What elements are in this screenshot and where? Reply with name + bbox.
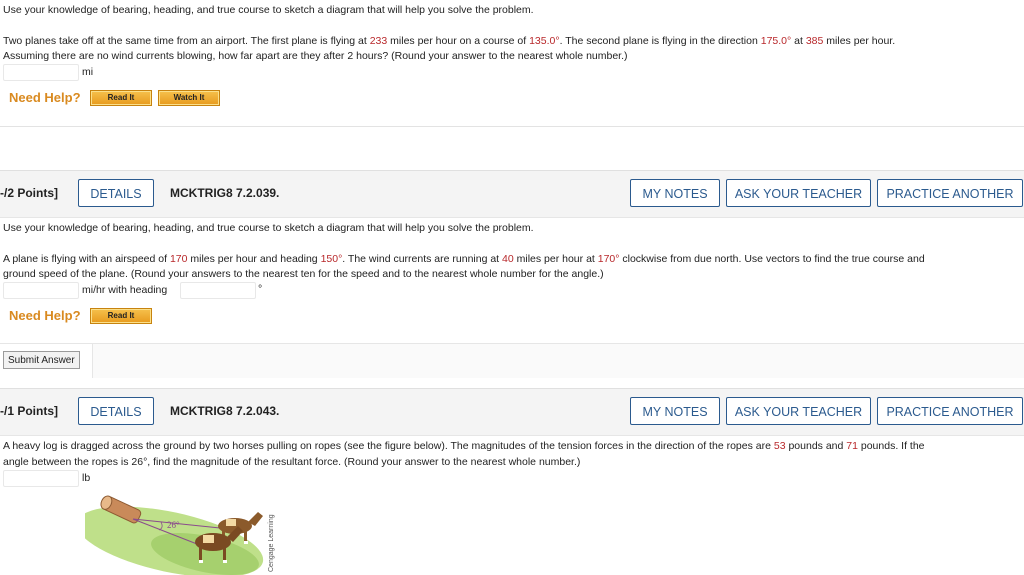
q2-read-it-button[interactable]: Read It <box>90 308 152 324</box>
angle-label: 26° <box>167 520 180 530</box>
q1-course-2: 175.0° <box>760 35 792 47</box>
q2-problem-line1: A plane is flying with an airspeed of 17… <box>3 253 925 265</box>
q3-problem-line2: angle between the ropes is 26°, find the… <box>3 456 581 468</box>
q1-watch-it-button[interactable]: Watch It <box>158 90 220 106</box>
q1-course-1: 135.0° <box>529 35 560 47</box>
q2-ask-teacher-button[interactable]: ASK YOUR TEACHER <box>726 179 871 207</box>
q2-wind-direction: 170° <box>597 253 620 265</box>
q2-my-notes-button[interactable]: MY NOTES <box>630 179 720 207</box>
q3-details-button[interactable]: DETAILS <box>78 397 154 425</box>
q1-read-it-button[interactable]: Read It <box>90 90 152 106</box>
q3-my-notes-button[interactable]: MY NOTES <box>630 397 720 425</box>
q2-points: -/2 Points] <box>0 186 59 200</box>
q2-problem-line2: ground speed of the plane. (Round your a… <box>3 268 604 280</box>
divider <box>0 126 1024 127</box>
q1-need-help: Need Help? <box>9 90 81 105</box>
q1-instruction: Use your knowledge of bearing, heading, … <box>3 4 534 16</box>
q2-details-button[interactable]: DETAILS <box>78 179 154 207</box>
q1-unit: mi <box>82 66 94 78</box>
q1-speed-2: 385 <box>805 35 824 47</box>
q1-problem-line2: Assuming there are no wind currents blow… <box>3 50 628 62</box>
q3-answer-input[interactable] <box>3 470 79 487</box>
q3-header: -/1 Points] DETAILS MCKTRIG8 7.2.043. MY… <box>0 388 1024 436</box>
q3-ask-teacher-button[interactable]: ASK YOUR TEACHER <box>726 397 871 425</box>
q2-need-help: Need Help? <box>9 308 81 323</box>
q1-speed-1: 233 <box>369 35 388 47</box>
q2-heading-input[interactable] <box>180 282 256 299</box>
q2-wind-speed: 40 <box>502 253 514 265</box>
figure-credit: Cengage Learning <box>268 514 275 572</box>
q3-force-2: 71 <box>846 440 858 452</box>
q2-practice-another-button[interactable]: PRACTICE ANOTHER <box>877 179 1023 207</box>
submit-band <box>0 343 1024 378</box>
q3-problem-line1: A heavy log is dragged across the ground… <box>3 440 925 452</box>
q3-points: -/1 Points] <box>0 404 59 418</box>
q2-unit: mi/hr with heading <box>82 284 168 296</box>
horses-log-figure: 26° Cengage Learning <box>85 495 275 575</box>
q2-speed-input[interactable] <box>3 282 79 299</box>
q1-problem-line1: Two planes take off at the same time fro… <box>3 35 896 47</box>
submit-answer-button[interactable]: Submit Answer <box>3 351 80 369</box>
q3-practice-another-button[interactable]: PRACTICE ANOTHER <box>877 397 1023 425</box>
q2-degree-symbol: ° <box>258 283 263 295</box>
q3-code: MCKTRIG8 7.2.043. <box>170 404 280 418</box>
q2-code: MCKTRIG8 7.2.039. <box>170 186 280 200</box>
q3-unit: lb <box>82 472 91 484</box>
q2-instruction: Use your knowledge of bearing, heading, … <box>3 222 534 234</box>
q1-answer-input[interactable] <box>3 64 79 81</box>
q2-heading: 150° <box>320 253 343 265</box>
q3-force-1: 53 <box>773 440 786 452</box>
q2-header: -/2 Points] DETAILS MCKTRIG8 7.2.039. MY… <box>0 170 1024 218</box>
q2-airspeed: 170 <box>169 253 188 265</box>
